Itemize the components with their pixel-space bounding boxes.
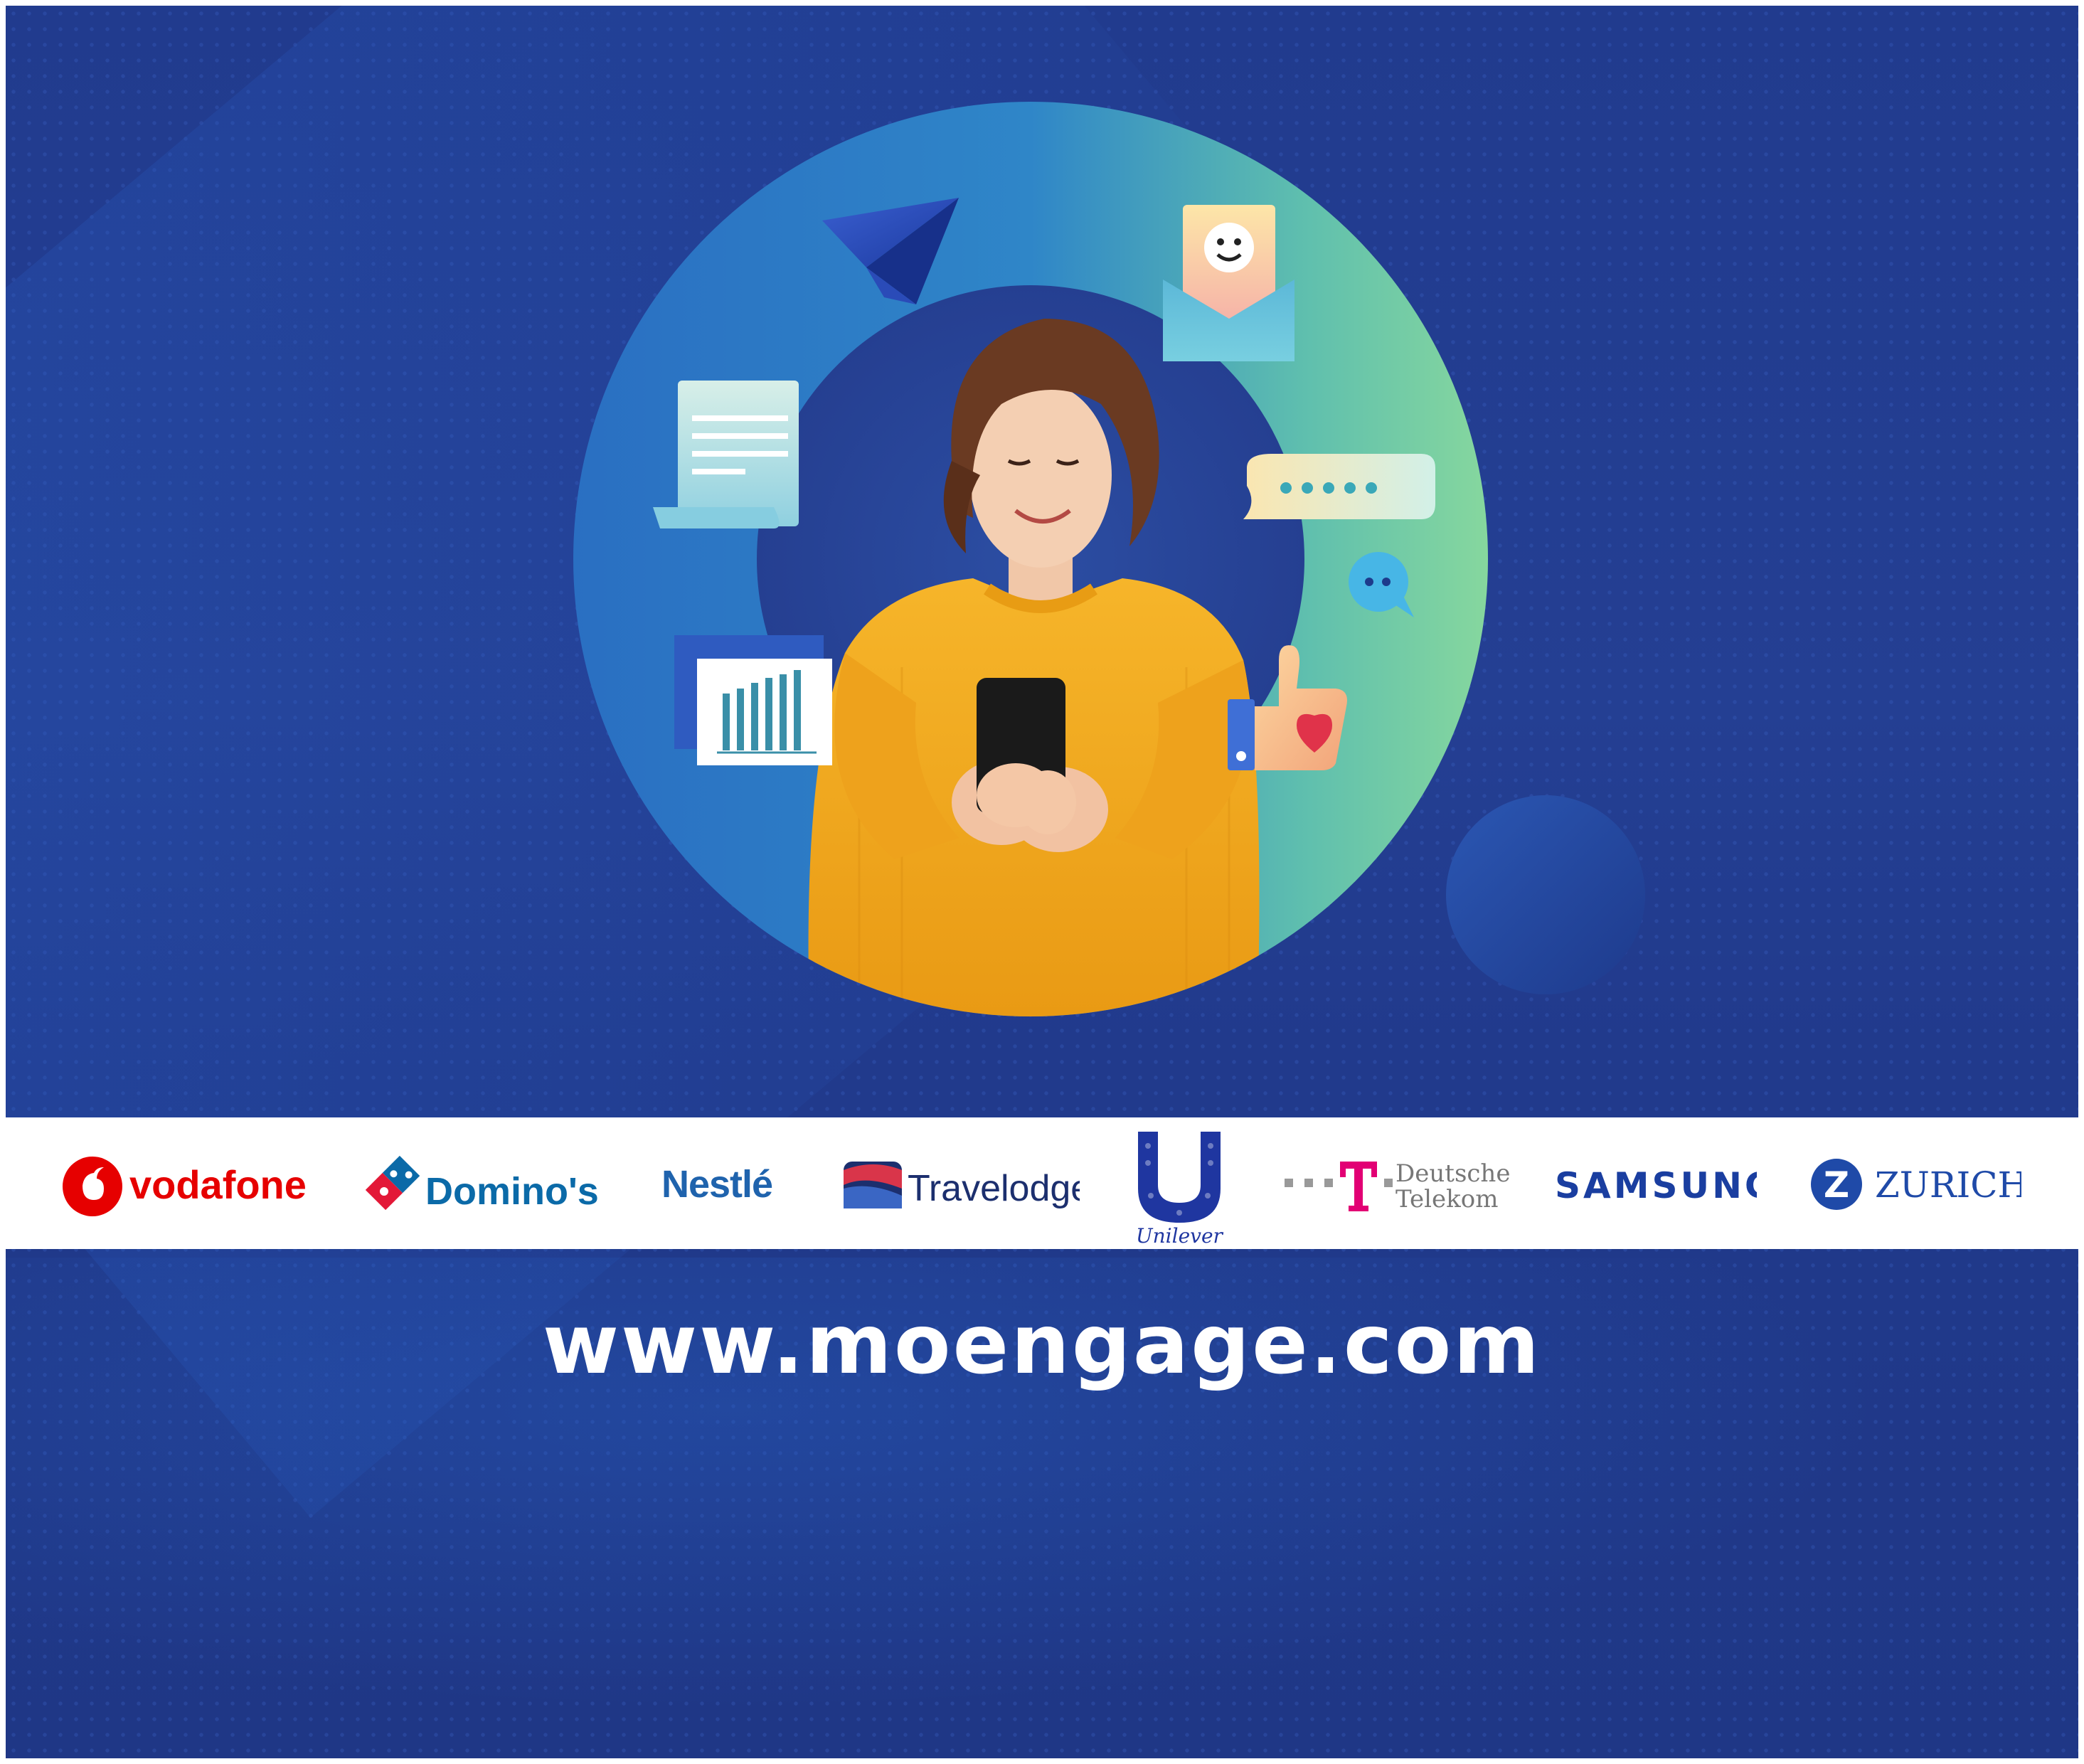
deutsche-telekom-logo: Deutsche Telekom (1285, 1159, 1510, 1213)
hero-illustration (573, 102, 1645, 1016)
unilever-wordmark: Unilever (1136, 1224, 1224, 1248)
telekom-wordmark-line2: Telekom (1395, 1185, 1498, 1213)
vodafone-logo: vodafone (63, 1157, 307, 1216)
website-url: www.moengage.com (542, 1297, 1542, 1393)
chat-bubble-icon (1243, 454, 1435, 519)
dominos-wordmark: Domino's (425, 1170, 599, 1213)
decor-circle (1446, 795, 1645, 994)
nestle-logo: Nestlé (661, 1163, 773, 1206)
vodafone-wordmark: vodafone (129, 1162, 307, 1207)
domino-tile-icon (366, 1155, 420, 1211)
zurich-logo: Z ZURICH (1811, 1159, 2021, 1210)
svg-text:Z: Z (1824, 1164, 1849, 1206)
client-logo-strip: vodafone Domino's Nestlé Travelodge Unil… (6, 1117, 2078, 1249)
telekom-t-icon (1340, 1162, 1377, 1211)
travelodge-logo: Travelodge (844, 1162, 1080, 1209)
telekom-wordmark-line1: Deutsche (1395, 1159, 1510, 1188)
samsung-wordmark: SAMSUNG (1555, 1165, 1757, 1206)
bar-chart-icon (674, 635, 832, 765)
unilever-logo: Unilever (1136, 1132, 1224, 1248)
travelodge-wordmark: Travelodge (908, 1168, 1080, 1209)
nestle-wordmark: Nestlé (661, 1163, 772, 1206)
dominos-logo: Domino's (366, 1155, 599, 1213)
banner-canvas: vodafone Domino's Nestlé Travelodge Unil… (6, 6, 2078, 1758)
zurich-wordmark: ZURICH (1875, 1164, 2021, 1206)
samsung-logo: SAMSUNG (1555, 1165, 1757, 1206)
